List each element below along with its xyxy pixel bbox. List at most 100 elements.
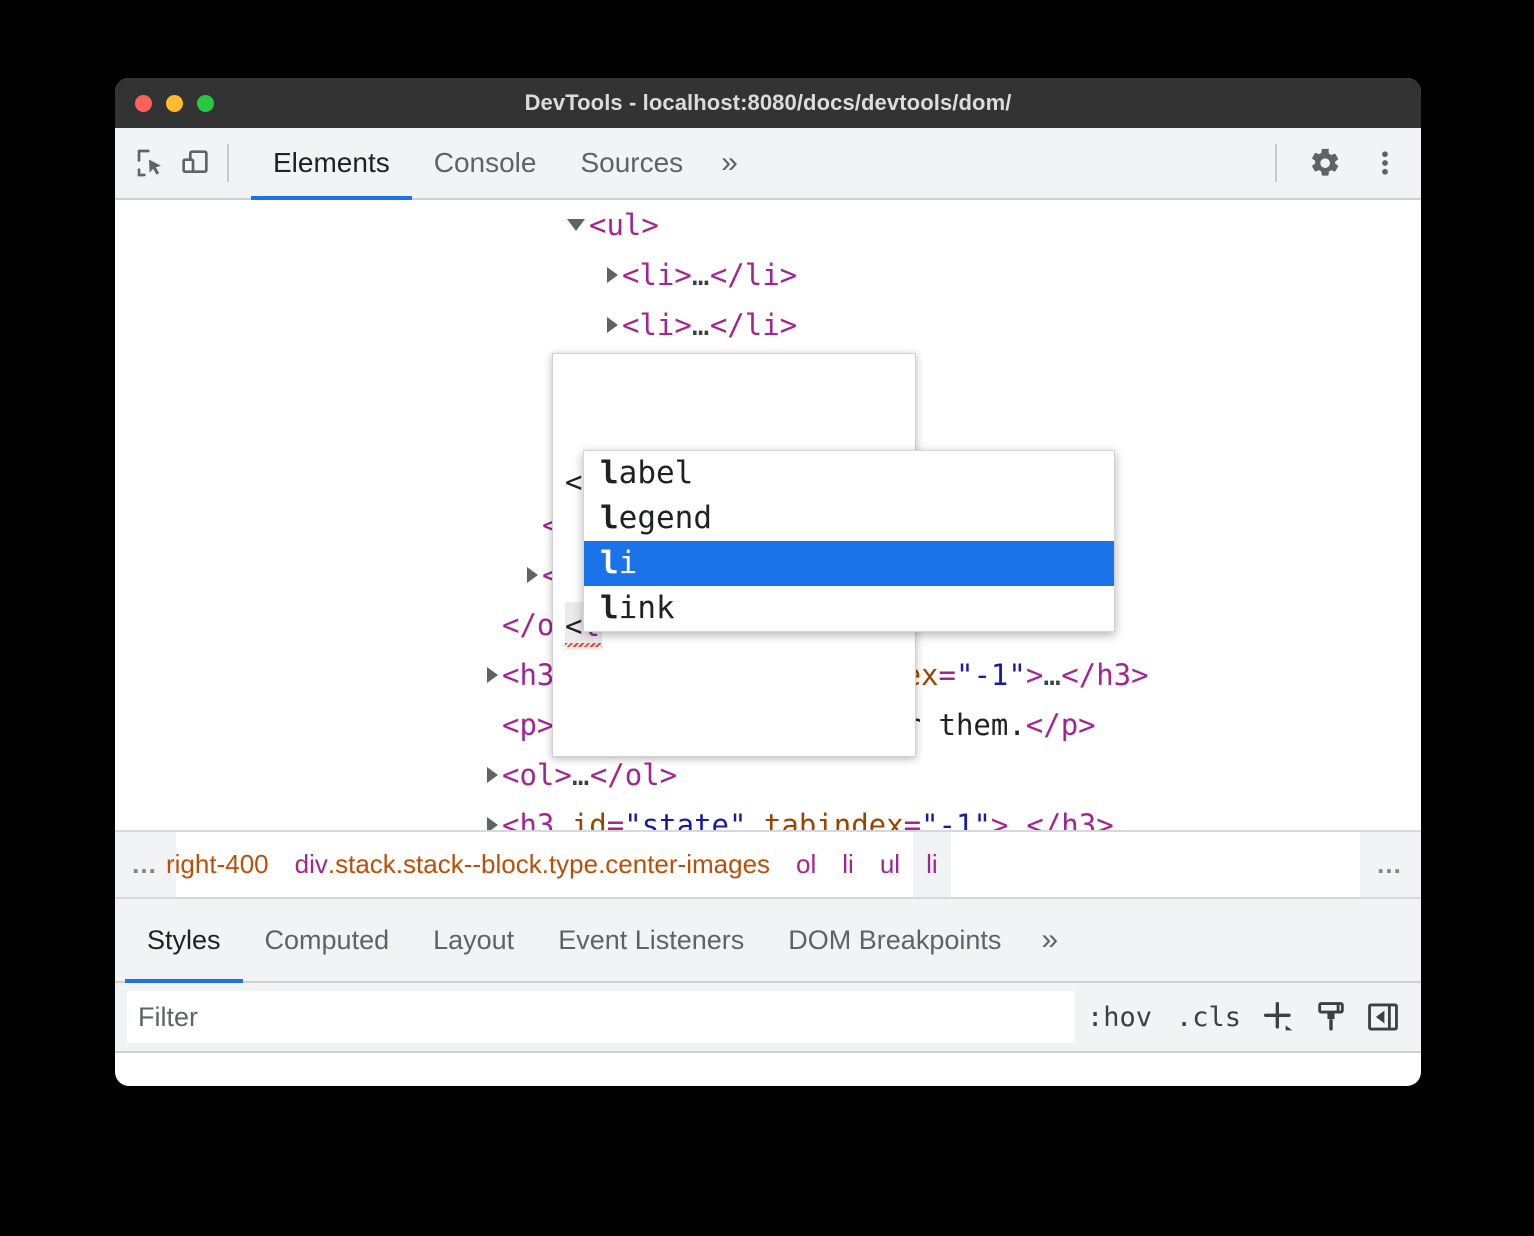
dom-token-tag (746, 808, 763, 830)
dom-token-tag: <h3 (502, 808, 572, 830)
tab-elements[interactable]: Elements (251, 128, 412, 198)
window-titlebar: DevTools - localhost:8080/docs/devtools/… (115, 78, 1421, 128)
toggle-element-state-button[interactable]: :hov (1075, 1002, 1164, 1033)
styles-pane-body (115, 1053, 1421, 1061)
expand-triangle-closed-icon[interactable] (607, 317, 618, 333)
paintbrush-icon[interactable] (1305, 991, 1357, 1043)
breadcrumb-item-div[interactable]: div.stack.stack--block.type.center-image… (282, 832, 783, 897)
more-tabs-button[interactable]: » (705, 128, 754, 198)
dom-tree-panel[interactable]: <ul><li>…</li><li>…</li></ul></li><li>…<… (115, 200, 1421, 830)
minimize-window-button[interactable] (166, 95, 183, 112)
inspect-element-icon[interactable] (129, 141, 173, 185)
dom-token-tag: = (939, 658, 956, 692)
autocomplete-item-prefix: l (600, 545, 619, 581)
styles-filter-toolbar: :hov .cls (115, 983, 1421, 1053)
chevron-double-right-icon-sidebar: » (1041, 923, 1058, 957)
kebab-menu-icon[interactable] (1363, 141, 1407, 185)
breadcrumb-class-names: right-400 (166, 849, 269, 880)
tab-console[interactable]: Console (412, 128, 559, 198)
tab-layout[interactable]: Layout (411, 899, 536, 981)
dom-tree-node[interactable]: <li>…</li> (115, 300, 1421, 350)
more-sidebar-tabs-button[interactable]: » (1023, 899, 1076, 981)
dom-token-tag: = (904, 808, 921, 830)
expand-triangle-closed-icon[interactable] (607, 267, 618, 283)
dom-token-ell: … (692, 258, 710, 292)
expand-triangle-closed-icon[interactable] (487, 767, 498, 783)
dom-token-tag: </ol> (590, 758, 677, 792)
plus-icon[interactable] (1253, 991, 1305, 1043)
dom-token-ell: … (692, 308, 710, 342)
breadcrumb-overflow-right[interactable]: … (1360, 832, 1421, 897)
autocomplete-item-li[interactable]: li (584, 541, 1114, 586)
autocomplete-item-label[interactable]: label (584, 451, 1114, 496)
close-window-button[interactable] (135, 95, 152, 112)
breadcrumb-class-names: .stack.stack--block.type.center-images (328, 849, 770, 880)
toolbar-right-actions (1265, 141, 1421, 185)
devtools-main-toolbar: Elements Console Sources » (115, 128, 1421, 200)
expand-triangle-open-icon[interactable] (567, 219, 585, 231)
dom-breadcrumb-bar[interactable]: … right-400div.stack.stack--block.type.c… (115, 830, 1421, 899)
tab-dom-breakpoints-label: DOM Breakpoints (788, 925, 1001, 956)
autocomplete-item-rest: i (619, 545, 638, 581)
gear-icon[interactable] (1303, 141, 1347, 185)
expand-triangle-closed-icon[interactable] (487, 667, 498, 683)
dom-token-tag: <li> (622, 308, 692, 342)
dom-token-val: "-1" (921, 808, 991, 830)
dom-token-tag: <ol> (502, 758, 572, 792)
breadcrumb-item-li[interactable]: li (913, 832, 951, 897)
autocomplete-item-legend[interactable]: legend (584, 496, 1114, 541)
toolbar-divider-right (1275, 144, 1277, 182)
chevron-double-right-icon: » (721, 146, 738, 180)
breadcrumb-tag-name: ol (796, 849, 816, 880)
dom-tree-node[interactable]: <li>…</li> (115, 250, 1421, 300)
tab-layout-label: Layout (433, 925, 514, 956)
tab-event-listeners-label: Event Listeners (558, 925, 744, 956)
devtools-window: DevTools - localhost:8080/docs/devtools/… (115, 78, 1421, 1086)
dom-token-tag: <ul> (589, 208, 659, 242)
tab-sources-label: Sources (580, 147, 683, 179)
breadcrumb-tag-name: li (842, 849, 854, 880)
autocomplete-item-rest: abel (619, 455, 694, 491)
screenshot-root: DevTools - localhost:8080/docs/devtools/… (0, 0, 1534, 1236)
tag-autocomplete-dropdown[interactable]: labellegendlilink (583, 450, 1115, 632)
breadcrumb-item-right-400[interactable]: right-400 (166, 832, 282, 897)
editor-token-txt: < (565, 465, 582, 499)
dom-tree-node[interactable]: <h3 id="state" tabindex="-1">…</h3> (115, 800, 1421, 830)
breadcrumb-items: right-400div.stack.stack--block.type.cen… (176, 832, 951, 897)
breadcrumb-item-ol[interactable]: ol (783, 832, 829, 897)
tab-sources[interactable]: Sources (558, 128, 705, 198)
dom-token-tag: </p> (1026, 708, 1096, 742)
tab-event-listeners[interactable]: Event Listeners (536, 899, 766, 981)
device-toolbar-icon[interactable] (173, 141, 217, 185)
dom-tree-node[interactable]: <ol>…</ol> (115, 750, 1421, 800)
tab-dom-breakpoints[interactable]: DOM Breakpoints (766, 899, 1023, 981)
breadcrumb-tag-name: li (926, 849, 938, 880)
panel-tabs: Elements Console Sources » (251, 128, 754, 198)
editor-token-txt: < (565, 609, 582, 643)
dom-token-attr: id (572, 808, 607, 830)
styles-sidebar-tabs: Styles Computed Layout Event Listeners D… (115, 899, 1421, 983)
dom-tree-node[interactable]: <ul> (115, 200, 1421, 250)
dom-token-ell: … (1043, 658, 1061, 692)
styles-filter-input[interactable] (127, 991, 1075, 1043)
dom-token-tag: > (1026, 658, 1043, 692)
window-title: DevTools - localhost:8080/docs/devtools/… (115, 90, 1421, 116)
breadcrumb-item-li[interactable]: li (829, 832, 867, 897)
expand-triangle-closed-icon[interactable] (487, 817, 498, 830)
breadcrumb-tag-name: div (295, 849, 328, 880)
tab-styles[interactable]: Styles (125, 899, 243, 981)
dom-token-tag: </h3> (1026, 808, 1113, 830)
collapse-sidebar-icon[interactable] (1357, 991, 1409, 1043)
toggle-class-editor-button[interactable]: .cls (1164, 1002, 1253, 1033)
breadcrumb-item-ul[interactable]: ul (867, 832, 913, 897)
dom-token-tag: > (991, 808, 1008, 830)
tab-styles-label: Styles (147, 925, 221, 956)
dom-token-attr: tabindex (764, 808, 904, 830)
maximize-window-button[interactable] (197, 95, 214, 112)
tab-computed[interactable]: Computed (243, 899, 412, 981)
dom-token-tag: <p> (502, 708, 554, 742)
expand-triangle-closed-icon[interactable] (527, 567, 538, 583)
toolbar-divider (227, 144, 229, 182)
tab-console-label: Console (434, 147, 537, 179)
autocomplete-item-link[interactable]: link (584, 586, 1114, 631)
